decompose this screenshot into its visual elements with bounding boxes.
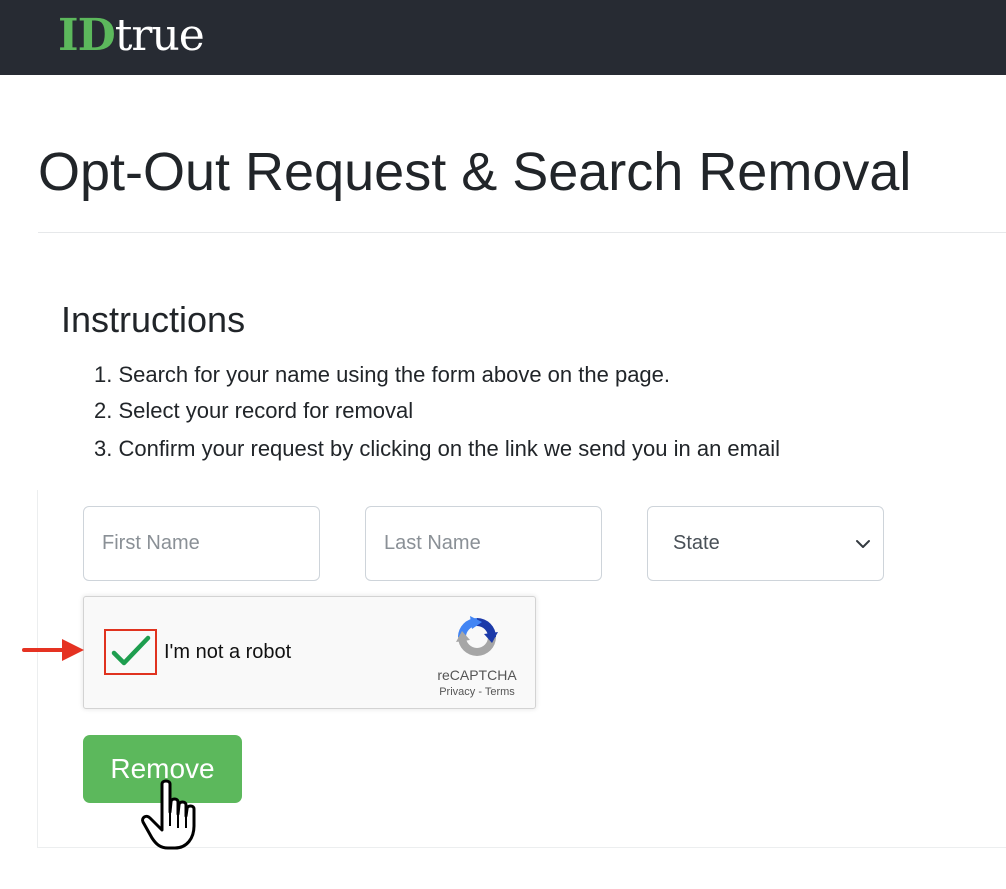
instructions-heading: Instructions	[61, 299, 246, 340]
state-select[interactable]: State	[647, 506, 884, 581]
last-name-input[interactable]	[365, 506, 602, 581]
logo-true-text: true	[114, 10, 205, 61]
idtrue-logo[interactable]: IDtrue	[58, 8, 205, 64]
page-title: Opt-Out Request & Search Removal	[38, 142, 912, 202]
state-select-value: State	[673, 532, 720, 554]
instruction-step-3: 3. Confirm your request by clicking on t…	[94, 436, 781, 461]
hand-pointer-icon	[141, 779, 196, 850]
terms-link[interactable]: Terms	[485, 686, 515, 698]
recaptcha-checkbox[interactable]	[104, 629, 157, 675]
links-separator: -	[475, 686, 485, 698]
title-divider	[38, 232, 1006, 233]
privacy-link[interactable]: Privacy	[439, 686, 475, 698]
chevron-down-icon	[856, 539, 870, 548]
red-arrow-icon	[22, 639, 84, 661]
logo-id-text: ID	[58, 10, 116, 61]
first-name-input[interactable]	[83, 506, 320, 581]
instruction-step-2: 2. Select your record for removal	[94, 398, 414, 423]
top-navbar: IDtrue	[0, 0, 1006, 75]
recaptcha-links: Privacy - Terms	[415, 686, 539, 698]
recaptcha-logo-icon	[456, 616, 498, 656]
recaptcha-widget: I'm not a robot reCAPTCHA Privacy - Term…	[83, 596, 536, 709]
instruction-step-1: 1. Search for your name using the form a…	[94, 362, 671, 387]
recaptcha-label: I'm not a robot	[164, 641, 292, 663]
recaptcha-brand-text: reCAPTCHA	[437, 667, 517, 683]
checkmark-icon	[111, 635, 151, 666]
